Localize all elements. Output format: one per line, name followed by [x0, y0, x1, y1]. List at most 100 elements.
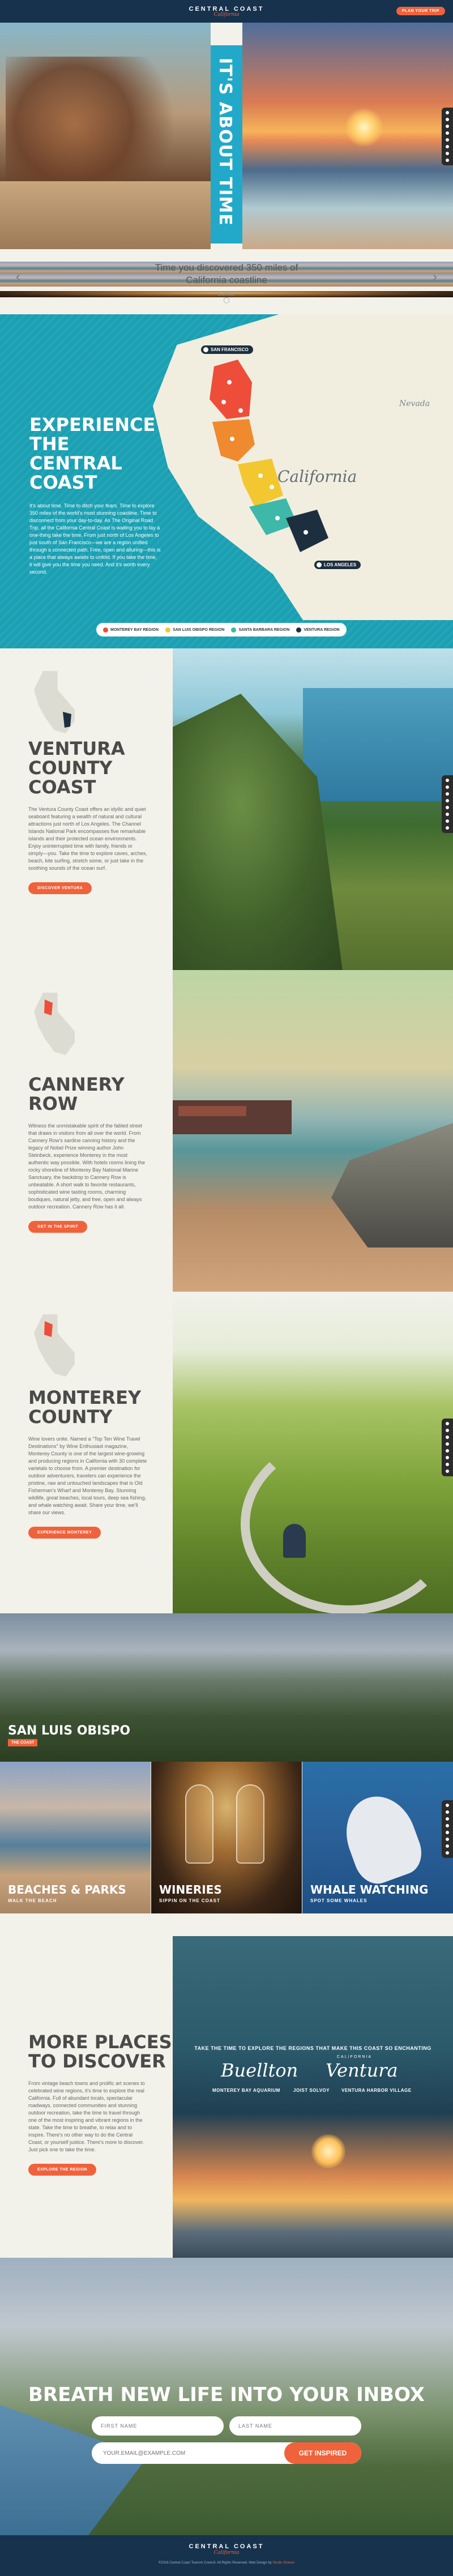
map-pin-icon: [61, 711, 74, 730]
state-label: California: [277, 467, 357, 486]
tile-title: BEACHES & PARKS: [8, 1883, 126, 1896]
map-pin[interactable]: [230, 437, 234, 441]
more-places-title: MORE PLACES TO DISCOVER: [28, 2031, 172, 2072]
map-pin[interactable]: [304, 530, 308, 535]
footer-brand-name: CENTRAL COAST: [189, 2543, 264, 2550]
nav-dot[interactable]: [446, 152, 449, 155]
map-pin-icon: [42, 1320, 55, 1339]
nav-dot[interactable]: [446, 145, 449, 148]
credit-link[interactable]: Studio Sixteen: [272, 2561, 294, 2565]
monterey-title: MONTEREY COUNTY: [28, 1387, 142, 1428]
region-san-luis-obispo[interactable]: [238, 459, 283, 507]
nav-dot[interactable]: [446, 118, 449, 121]
scroll-down-icon[interactable]: ◯: [0, 297, 453, 304]
get-in-spirit-button[interactable]: GET IN THE SPIRIT: [28, 1221, 88, 1233]
tile-subtitle: SPOT SOME WHALES: [310, 1898, 367, 1903]
map-pin[interactable]: [221, 400, 226, 404]
map-pin[interactable]: [275, 516, 280, 520]
footer: CENTRAL COAST California ©2016 Central C…: [0, 2535, 453, 2576]
city-link-buellton[interactable]: Buellton: [221, 2060, 298, 2081]
monterey-photo: [173, 1292, 453, 1613]
hero-photo-friends: [0, 23, 211, 249]
email-field[interactable]: [92, 2442, 284, 2464]
more-places-caption: TAKE THE TIME TO EXPLORE THE REGIONS THA…: [194, 2045, 431, 2051]
san-luis-obispo-section: SAN LUIS OBISPO THE COAST BEACHES & PARK…: [0, 1613, 453, 1936]
nav-dot[interactable]: [446, 131, 449, 135]
legend-item[interactable]: SANTA BARBARA REGION: [231, 627, 289, 633]
hero-vertical-text: IT'S ABOUT TIME: [215, 58, 235, 226]
legend-item[interactable]: MONTEREY BAY REGION: [103, 627, 159, 633]
place-link[interactable]: JOIST SOLVOY: [293, 2088, 330, 2093]
intro-line-2: California coastline: [0, 274, 453, 287]
map-pin[interactable]: [227, 380, 232, 385]
chevron-left-icon[interactable]: ‹: [16, 269, 20, 285]
nav-dot[interactable]: [446, 125, 449, 128]
cannery-row-body: Witness the unmistakable spirit of the f…: [28, 1123, 146, 1210]
city-link-ventura[interactable]: Ventura: [326, 2060, 398, 2081]
side-dot-nav[interactable]: [442, 1800, 453, 1858]
intro-line-1: Time you discovered 350 miles of: [0, 262, 453, 274]
tile-subtitle: WALK THE BEACH: [8, 1898, 57, 1903]
footer-brand-script: California: [213, 2550, 240, 2556]
newsletter-title: BREATH NEW LIFE INTO YOUR INBOX: [28, 2383, 425, 2406]
city-overline: CALIFORNIA: [337, 2055, 373, 2059]
tile-title: WHALE WATCHING: [310, 1883, 429, 1896]
map-pin[interactable]: [238, 408, 243, 413]
brand-logo[interactable]: CENTRAL COAST California: [189, 6, 264, 18]
experience-monterey-button[interactable]: EXPERIENCE MONTEREY: [28, 1527, 101, 1539]
tile-title: WINERIES: [159, 1883, 222, 1896]
cannery-row-title: CANNERY ROW: [28, 1074, 125, 1114]
cannery-row-photo: [173, 970, 453, 1292]
monterey-body: Wine lovers unite. Named a "Top Ten Wine…: [28, 1436, 147, 1515]
newsletter-form: GET INSPIRED: [92, 2416, 361, 2464]
place-link[interactable]: VENTURA HARBOR VILLAGE: [341, 2088, 412, 2093]
more-places-photo: TAKE THE TIME TO EXPLORE THE REGIONS THA…: [173, 1936, 453, 2258]
slo-badge: THE COAST: [8, 1739, 38, 1746]
top-header: CENTRAL COAST California PLAN YOUR TRIP: [0, 0, 453, 23]
side-dot-nav[interactable]: [442, 108, 453, 165]
tile-wineries[interactable]: WINERIES SIPPIN ON THE COAST: [151, 1762, 302, 1913]
hero-vertical-band: IT'S ABOUT TIME: [211, 45, 242, 243]
plan-trip-button[interactable]: PLAN YOUR TRIP: [396, 7, 445, 15]
side-dot-nav[interactable]: [442, 1419, 453, 1476]
tile-beaches-parks[interactable]: BEACHES & PARKS WALK THE BEACH: [0, 1762, 151, 1913]
region-monterey[interactable]: [210, 360, 252, 419]
map-pin[interactable]: [258, 473, 263, 478]
last-name-field[interactable]: [229, 2416, 361, 2436]
slo-title: SAN LUIS OBISPO: [8, 1724, 131, 1738]
scroll-script: Scroll: [0, 291, 453, 297]
ventura-section: VENTURA COUNTY COAST The Ventura County …: [0, 648, 453, 970]
neighbor-state-label: Nevada: [399, 399, 430, 408]
chevron-right-icon[interactable]: ›: [433, 269, 437, 285]
nav-dot[interactable]: [446, 138, 449, 142]
get-inspired-button[interactable]: GET INSPIRED: [284, 2442, 361, 2464]
brand-script: California: [213, 11, 240, 18]
city-label-san-francisco[interactable]: SAN FRANCISCO: [201, 345, 253, 354]
tile-whale-watching[interactable]: WHALE WATCHING SPOT SOME WHALES: [302, 1762, 453, 1913]
brand-name: CENTRAL COAST: [189, 5, 264, 12]
explore-region-button[interactable]: EXPLORE THE REGION: [28, 2164, 96, 2176]
legend-item[interactable]: VENTURA REGION: [296, 627, 340, 633]
nav-dot[interactable]: [446, 159, 449, 162]
first-name-field[interactable]: [92, 2416, 224, 2436]
hero-section: IT'S ABOUT TIME: [0, 23, 453, 249]
whale: [335, 1787, 429, 1890]
cannery-row-section: CANNERY ROW Witness the unmistakable spi…: [0, 970, 453, 1292]
ventura-photo: [173, 648, 453, 970]
more-places-body: From vintage beach towns and prolific ar…: [28, 2081, 145, 2152]
discover-ventura-button[interactable]: DISCOVER VENTURA: [28, 882, 92, 894]
nav-dot[interactable]: [446, 111, 449, 114]
slo-landscape-photo: [0, 1613, 453, 1762]
cyclist: [283, 1524, 306, 1558]
side-dot-nav[interactable]: [442, 775, 453, 833]
intro-bar: ‹ Time you discovered 350 miles of Calif…: [0, 249, 453, 314]
monterey-section: MONTEREY COUNTY Wine lovers unite. Named…: [0, 1292, 453, 1613]
newsletter-section: BREATH NEW LIFE INTO YOUR INBOX GET INSP…: [0, 2258, 453, 2535]
experience-map-section: SAN FRANCISCO LOS ANGELES California Nev…: [0, 314, 453, 648]
city-label-los-angeles[interactable]: LOS ANGELES: [314, 561, 361, 569]
legend-item[interactable]: SAN LUIS OBISPO REGION: [165, 627, 224, 633]
map-pin[interactable]: [270, 485, 274, 489]
place-link[interactable]: MONTEREY BAY AQUARIUM: [212, 2088, 280, 2093]
map-pin-icon: [42, 998, 55, 1018]
map-legend: MONTEREY BAY REGION SAN LUIS OBISPO REGI…: [96, 623, 347, 636]
